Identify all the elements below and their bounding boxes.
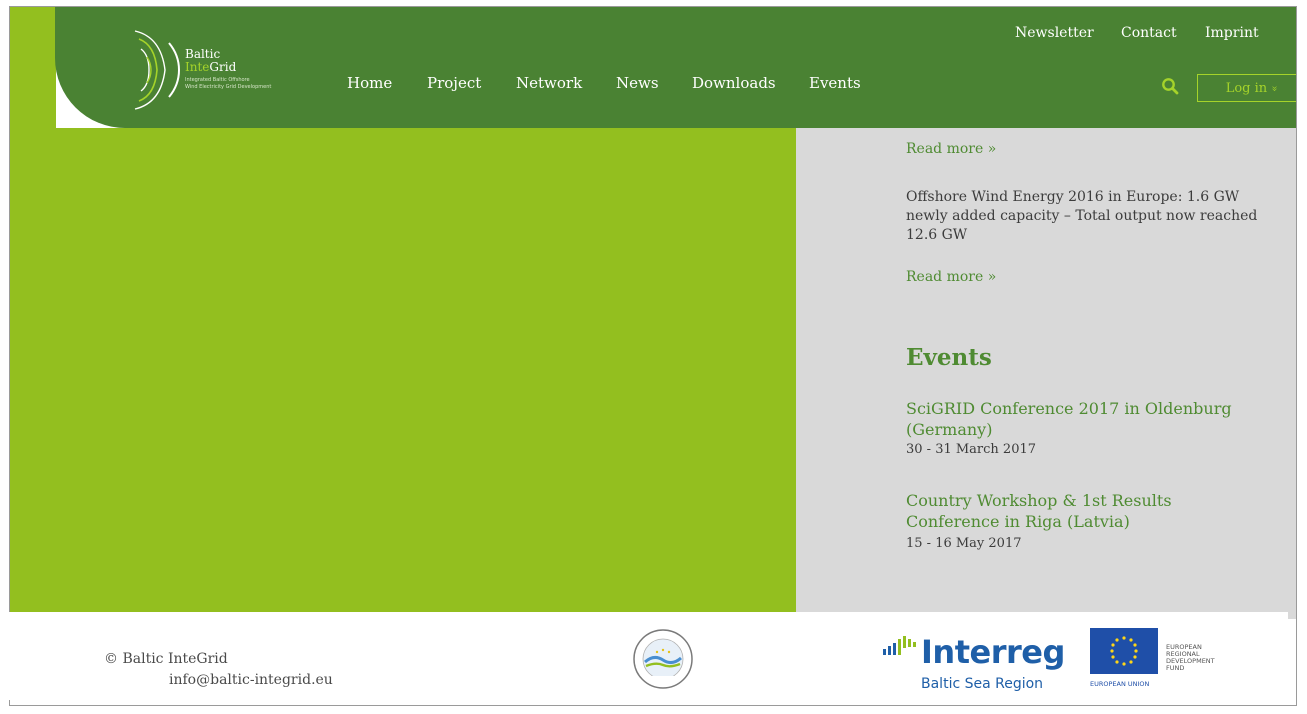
header-lime-strip (10, 7, 56, 128)
search-icon[interactable] (1161, 77, 1179, 95)
top-nav-imprint[interactable]: Imprint (1205, 25, 1259, 41)
top-nav-contact[interactable]: Contact (1121, 25, 1177, 41)
nav-downloads[interactable]: Downloads (692, 74, 776, 92)
logo-name-rest: Grid (209, 60, 237, 74)
nav-events[interactable]: Events (809, 74, 861, 92)
eu-union-label: EUROPEAN UNION (1090, 680, 1150, 688)
site-logo[interactable]: Baltic InteGrid Integrated Baltic Offsho… (133, 27, 293, 113)
nav-project[interactable]: Project (427, 74, 481, 92)
event-date: 30 - 31 March 2017 (906, 442, 1037, 457)
copyright-text: © Baltic InteGrid (104, 651, 228, 667)
read-more-link[interactable]: Read more » (906, 141, 996, 157)
news-item-text[interactable]: Offshore Wind Energy 2016 in Europe: 1.6… (906, 188, 1266, 245)
eu-flag-icon (1090, 628, 1158, 674)
browser-frame: Baltic InteGrid Integrated Baltic Offsho… (9, 6, 1297, 706)
nav-home[interactable]: Home (347, 74, 392, 92)
event-title-link[interactable]: SciGRID Conference 2017 in Oldenburg (Ge… (906, 398, 1266, 440)
contact-email-link[interactable]: info@baltic-integrid.eu (169, 672, 333, 688)
read-more-link[interactable]: Read more » (906, 269, 996, 285)
login-label: Log in (1225, 80, 1268, 96)
eu-fund-line: FUND (1166, 664, 1185, 672)
nav-network[interactable]: Network (516, 74, 582, 92)
interreg-wordmark: Interreg (921, 633, 1065, 671)
site-header: Baltic InteGrid Integrated Baltic Offsho… (55, 7, 1296, 128)
chevron-down-icon: » (1268, 84, 1280, 92)
hero-panel (10, 128, 796, 619)
event-title-link[interactable]: Country Workshop & 1st Results Conferenc… (906, 490, 1266, 532)
arcs-logo-icon (134, 30, 181, 110)
eusbsr-flagship-logo (633, 629, 693, 689)
logo-name-accent: Inte (185, 60, 210, 74)
interreg-bars-icon (883, 636, 916, 655)
logo-name-line1: Baltic (185, 47, 221, 61)
nav-news[interactable]: News (616, 74, 659, 92)
events-heading: Events (906, 344, 992, 371)
interreg-subtitle: Baltic Sea Region (921, 676, 1044, 692)
login-button[interactable]: Log in » (1197, 74, 1296, 102)
top-nav-newsletter[interactable]: Newsletter (1015, 25, 1094, 41)
logo-tagline-line2: Wind Electricity Grid Development (185, 84, 272, 90)
logo-tagline-line1: Integrated Baltic Offshore (185, 77, 250, 83)
event-date: 15 - 16 May 2017 (906, 536, 1022, 551)
eu-fund-text: EUROPEAN REGIONAL DEVELOPMENT FUND (1166, 644, 1215, 672)
logo-name-line2: InteGrid (185, 60, 236, 74)
